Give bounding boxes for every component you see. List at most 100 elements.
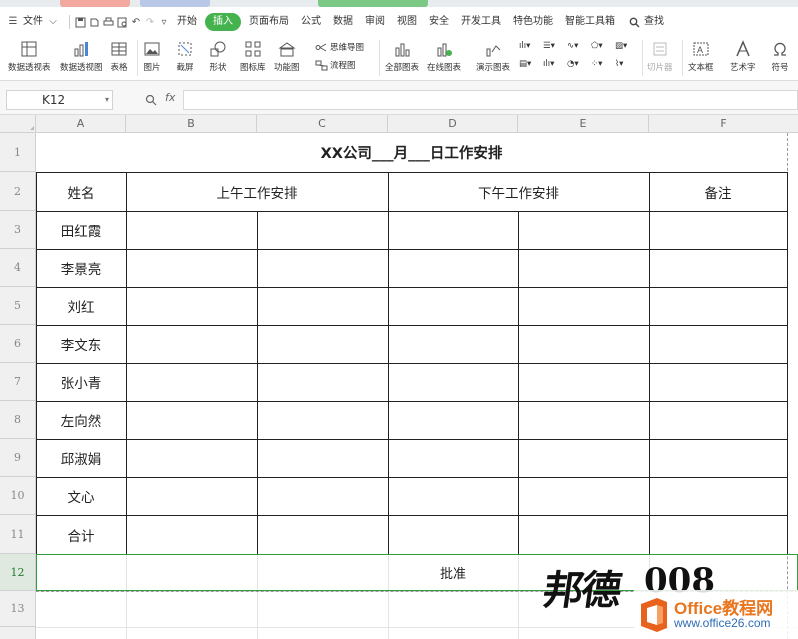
employee-name[interactable]: 李文东 xyxy=(36,325,126,363)
customize-quick-access-icon[interactable]: ▿ xyxy=(157,15,171,29)
undo-icon[interactable]: ↶ xyxy=(129,15,143,29)
tab-page-layout[interactable]: 页面布局 xyxy=(243,13,295,31)
row-header-9[interactable]: 9 xyxy=(0,439,36,477)
sparkline-dropdown[interactable]: ⌇▾ xyxy=(615,59,623,69)
column-chart-dropdown[interactable]: ılı▾ xyxy=(519,41,530,51)
redo-icon[interactable]: ↷ xyxy=(143,15,157,29)
row-header-13[interactable]: 13 xyxy=(0,591,36,627)
tab-formulas[interactable]: 公式 xyxy=(295,13,327,31)
table-border xyxy=(36,439,787,440)
column-header-d[interactable]: D xyxy=(388,115,518,133)
employee-name[interactable]: 刘红 xyxy=(36,287,126,325)
tab-home[interactable]: 开始 xyxy=(171,13,203,31)
spreadsheet-grid[interactable]: A B C D E F 1 2 3 4 5 6 7 8 9 10 11 12 1… xyxy=(0,115,798,639)
employee-name[interactable]: 张小青 xyxy=(36,363,126,401)
chevron-down-icon[interactable]: ▾ xyxy=(105,91,109,109)
zoom-formula-icon[interactable] xyxy=(145,91,157,110)
tab-special-features[interactable]: 特色功能 xyxy=(507,13,559,31)
mindmap-button[interactable]: 思维导图 xyxy=(315,41,364,53)
pivot-chart-button[interactable]: 数据透视图 xyxy=(60,40,103,73)
scatter-chart-icon: ⁘▾ xyxy=(591,59,603,69)
name-box[interactable]: K12 ▾ xyxy=(6,90,113,110)
employee-name[interactable]: 田红霞 xyxy=(36,211,126,249)
symbol-button[interactable]: 符号 xyxy=(771,40,789,73)
column-header-f[interactable]: F xyxy=(649,115,798,133)
tab-review[interactable]: 审阅 xyxy=(359,13,391,31)
print-icon[interactable] xyxy=(101,15,115,29)
wordart-button[interactable]: 艺术字 xyxy=(730,40,756,73)
tab-view[interactable]: 视图 xyxy=(391,13,423,31)
header-afternoon-schedule[interactable]: 下午工作安排 xyxy=(388,172,649,211)
demo-charts-button[interactable]: 演示图表 xyxy=(476,40,510,73)
table-label: 表格 xyxy=(110,63,128,73)
pivot-table-button[interactable]: 数据透视表 xyxy=(8,40,51,73)
scatter-chart-dropdown[interactable]: ⁘▾ xyxy=(591,59,602,69)
row-header-11[interactable]: 11 xyxy=(0,515,36,554)
search-button[interactable]: 查找 xyxy=(621,13,670,31)
fx-icon[interactable]: fx xyxy=(165,91,175,104)
bar-chart-dropdown[interactable]: ☰▾ xyxy=(543,41,555,51)
header-notes[interactable]: 备注 xyxy=(649,172,787,211)
doc-tab[interactable] xyxy=(140,0,210,7)
column-header-b[interactable]: B xyxy=(126,115,257,133)
print-preview-icon[interactable] xyxy=(115,15,129,29)
sheet-title[interactable]: XX公司___月___日工作安排 xyxy=(36,133,787,172)
flowchart-button[interactable]: 流程图 xyxy=(315,59,356,71)
select-all-corner[interactable] xyxy=(0,115,36,133)
employee-name[interactable]: 邱淑娟 xyxy=(36,439,126,477)
column-header-c[interactable]: C xyxy=(257,115,388,133)
employee-name[interactable]: 李景亮 xyxy=(36,249,126,287)
header-morning-schedule[interactable]: 上午工作安排 xyxy=(126,172,388,211)
menu-bar: ☰ 文件 ⌵ ↶ ↷ ▿ 开始 插入 页面布局 公式 数据 审阅 视图 安全 开… xyxy=(0,7,798,37)
icon-library-label: 图标库 xyxy=(240,63,266,73)
slicer-button[interactable]: 切片器 xyxy=(647,40,673,73)
row-header-14[interactable] xyxy=(0,627,36,639)
picture-button[interactable]: 图片 xyxy=(143,40,161,73)
row-header-5[interactable]: 5 xyxy=(0,287,36,325)
online-charts-button[interactable]: 在线图表 xyxy=(427,40,461,73)
doc-tab[interactable] xyxy=(60,0,130,7)
column-header-a[interactable]: A xyxy=(36,115,126,133)
row-header-7[interactable]: 7 xyxy=(0,363,36,401)
row-header-3[interactable]: 3 xyxy=(0,211,36,249)
formula-input[interactable] xyxy=(183,90,798,110)
function-chart-button[interactable]: 功能图 xyxy=(274,40,300,73)
row-header-12[interactable]: 12 xyxy=(0,554,36,591)
area-chart-dropdown[interactable]: ⬠▾ xyxy=(591,41,603,51)
column-header-e[interactable]: E xyxy=(518,115,649,133)
row-header-10[interactable]: 10 xyxy=(0,477,36,515)
row-header-4[interactable]: 4 xyxy=(0,249,36,287)
wordart-label: 艺术字 xyxy=(730,63,756,73)
tab-developer[interactable]: 开发工具 xyxy=(455,13,507,31)
all-charts-button[interactable]: 全部图表 xyxy=(385,40,419,73)
textbox-button[interactable]: A 文本框 xyxy=(688,40,714,73)
employee-name[interactable]: 文心 xyxy=(36,477,126,515)
shape-button[interactable]: 形状 xyxy=(209,40,227,73)
file-menu[interactable]: ☰ 文件 ⌵ xyxy=(0,13,66,31)
image-chart-dropdown[interactable]: ▨▾ xyxy=(615,41,627,51)
tab-smart-toolbox[interactable]: 智能工具箱 xyxy=(559,13,621,31)
row-header-1[interactable]: 1 xyxy=(0,133,36,172)
table-button[interactable]: 表格 xyxy=(110,40,128,73)
tab-insert[interactable]: 插入 xyxy=(205,13,241,31)
header-name[interactable]: 姓名 xyxy=(36,172,126,211)
total-label[interactable]: 合计 xyxy=(36,515,126,554)
column-chart-icon: ılı▾ xyxy=(519,41,531,51)
doc-tab-active[interactable] xyxy=(318,0,428,7)
stock-chart-dropdown[interactable]: ▤▾ xyxy=(519,59,531,69)
pie-chart-dropdown[interactable]: ◔▾ xyxy=(567,59,579,69)
save-icon[interactable] xyxy=(73,15,87,29)
line-chart-dropdown[interactable]: ∿▾ xyxy=(567,41,578,51)
row-header-8[interactable]: 8 xyxy=(0,401,36,439)
icon-library-button[interactable]: 图标库 xyxy=(240,40,266,73)
employee-name[interactable]: 左向然 xyxy=(36,401,126,439)
export-icon[interactable] xyxy=(87,15,101,29)
table-border xyxy=(126,172,127,554)
row-header-2[interactable]: 2 xyxy=(0,172,36,211)
tab-security[interactable]: 安全 xyxy=(423,13,455,31)
screenshot-button[interactable]: 截屏 xyxy=(176,40,194,73)
tab-data[interactable]: 数据 xyxy=(327,13,359,31)
row-header-6[interactable]: 6 xyxy=(0,325,36,363)
combo-chart-dropdown[interactable]: ılı▾ xyxy=(543,59,554,69)
tab-label: 页面布局 xyxy=(249,16,289,27)
